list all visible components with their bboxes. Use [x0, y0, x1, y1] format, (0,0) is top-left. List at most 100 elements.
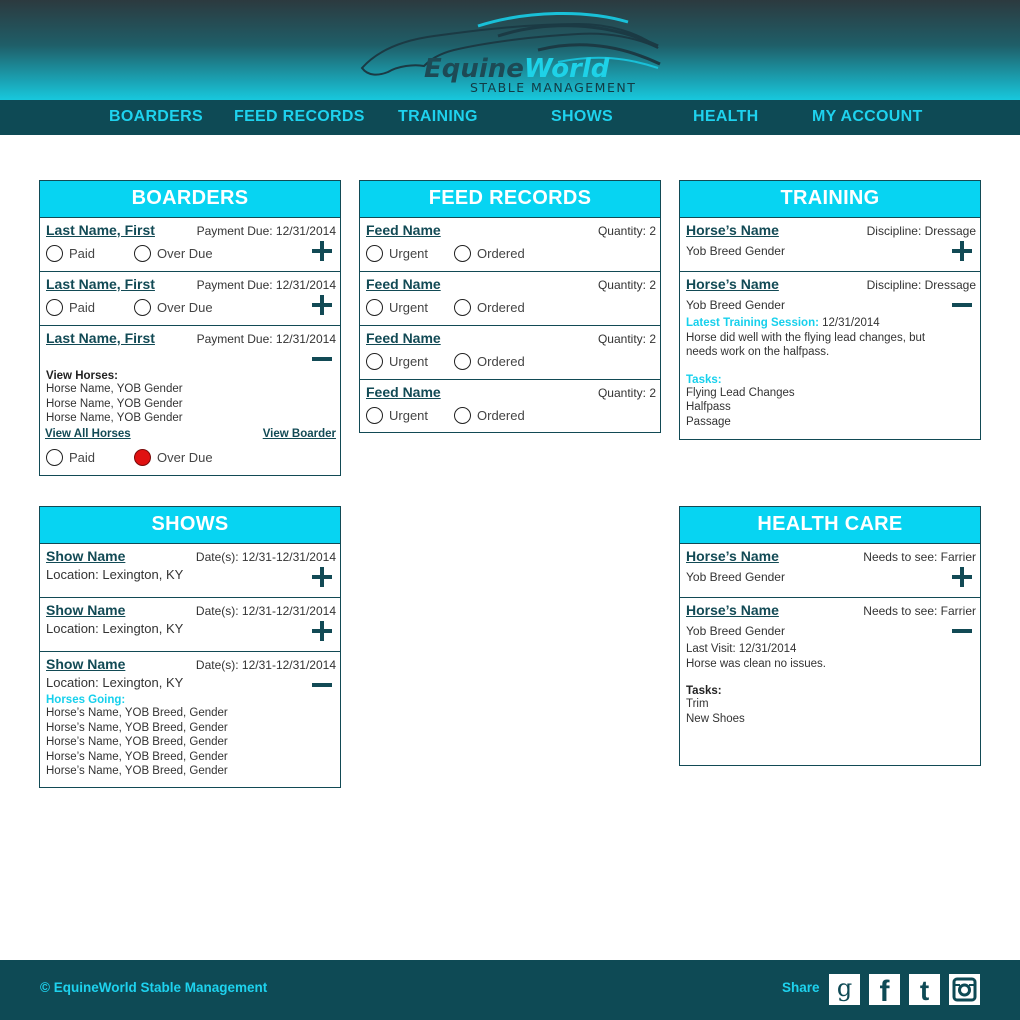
show-location: Location: Lexington, KY: [46, 675, 184, 690]
overdue-radio-selected[interactable]: Over Due: [134, 448, 213, 466]
boarder-item: Last Name, First Payment Due: 12/31/2014…: [40, 271, 340, 325]
ordered-radio[interactable]: Ordered: [454, 245, 525, 262]
horse-details: Yob Breed Gender: [686, 298, 785, 312]
boarder-name-link[interactable]: Last Name, First: [46, 330, 155, 346]
expand-plus-icon[interactable]: [952, 567, 974, 589]
feed-item: Feed Name Quantity: 2 Urgent Ordered: [360, 217, 660, 271]
main-nav: BOARDERS FEED RECORDS TRAINING SHOWS HEA…: [0, 100, 1020, 135]
show-name-link[interactable]: Show Name: [46, 602, 125, 618]
feed-name-link[interactable]: Feed Name: [366, 276, 441, 292]
health-item: Horse’s Name Needs to see: Farrier Yob B…: [680, 543, 980, 597]
nav-boarders[interactable]: BOARDERS: [109, 100, 203, 135]
task-item: Trim: [686, 698, 709, 710]
horse-list-item: Horse Name, YOB Gender: [46, 383, 183, 395]
feed-quantity: Quantity: 2: [597, 278, 656, 292]
nav-training[interactable]: TRAINING: [398, 100, 478, 135]
horse-name-link[interactable]: Horse’s Name: [686, 276, 779, 292]
urgent-radio[interactable]: Urgent: [366, 245, 428, 262]
session-note: needs work on the halfpass.: [686, 346, 830, 358]
horse-going-item: Horse’s Name, YOB Breed, Gender: [46, 721, 228, 734]
feed-records-panel: FEED RECORDS Feed Name Quantity: 2 Urgen…: [359, 180, 661, 433]
feed-name-link[interactable]: Feed Name: [366, 222, 441, 238]
training-panel-title: TRAINING: [680, 181, 980, 217]
horse-going-item: Horse’s Name, YOB Breed, Gender: [46, 765, 228, 777]
instagram-glyph-icon: [952, 977, 977, 1002]
health-item-expanded: Horse’s Name Needs to see: Farrier Yob B…: [680, 597, 980, 765]
boarders-panel-title: BOARDERS: [40, 181, 340, 217]
feed-item: Feed Name Quantity: 2 Urgent Ordered: [360, 325, 660, 379]
view-all-horses-link[interactable]: View All Horses: [45, 428, 131, 440]
boarder-item: Last Name, First Payment Due: 12/31/2014…: [40, 217, 340, 271]
expand-plus-icon[interactable]: [952, 241, 974, 263]
collapse-minus-icon[interactable]: [952, 294, 974, 316]
nav-feed-records[interactable]: FEED RECORDS: [234, 100, 365, 135]
horse-list-item: Horse Name, YOB Gender: [46, 397, 183, 410]
horses-going-label: Horses Going:: [46, 694, 126, 706]
overdue-radio[interactable]: Over Due: [134, 245, 213, 262]
nav-health[interactable]: HEALTH: [693, 100, 759, 135]
paid-radio[interactable]: Paid: [46, 299, 95, 316]
task-item: Flying Lead Changes: [686, 386, 795, 399]
twitter-icon[interactable]: t: [909, 974, 940, 1006]
urgent-radio[interactable]: Urgent: [366, 299, 428, 316]
boarder-name-link[interactable]: Last Name, First: [46, 276, 155, 292]
visit-note: Horse was clean no issues.: [686, 657, 826, 670]
collapse-minus-icon[interactable]: [952, 620, 974, 642]
nav-my-account[interactable]: MY ACCOUNT: [812, 100, 923, 135]
horse-details: Yob Breed Gender: [686, 570, 785, 584]
expand-plus-icon[interactable]: [312, 567, 334, 589]
task-item: Halfpass: [686, 401, 731, 413]
urgent-radio[interactable]: Urgent: [366, 407, 428, 424]
payment-due: Payment Due: 12/31/2014: [196, 224, 336, 238]
expand-plus-icon[interactable]: [312, 621, 334, 643]
tasks-label: Tasks:: [686, 373, 722, 386]
show-name-link[interactable]: Show Name: [46, 548, 125, 564]
feed-quantity: Quantity: 2: [597, 386, 656, 400]
horse-going-item: Horse’s Name, YOB Breed, Gender: [46, 707, 228, 719]
overdue-radio[interactable]: Over Due: [134, 299, 213, 316]
boarder-name-link[interactable]: Last Name, First: [46, 222, 155, 238]
horse-going-item: Horse’s Name, YOB Breed, Gender: [46, 750, 228, 763]
ordered-radio[interactable]: Ordered: [454, 353, 525, 370]
show-name-link[interactable]: Show Name: [46, 656, 125, 672]
site-footer: © EquineWorld Stable Management Share g …: [0, 960, 1020, 1020]
equineworld-logo[interactable]: EquineWorld STABLE MANAGEMENT: [358, 6, 668, 98]
paid-radio[interactable]: Paid: [46, 448, 95, 466]
feed-item: Feed Name Quantity: 2 Urgent Ordered: [360, 379, 660, 433]
facebook-icon[interactable]: f: [869, 974, 900, 1008]
paid-radio[interactable]: Paid: [46, 245, 95, 262]
boarder-item-expanded: Last Name, First Payment Due: 12/31/2014…: [40, 325, 340, 475]
feed-name-link[interactable]: Feed Name: [366, 384, 441, 400]
expand-plus-icon[interactable]: [312, 295, 334, 317]
horse-name-link[interactable]: Horse’s Name: [686, 222, 779, 238]
horse-list-item: Horse Name, YOB Gender: [46, 412, 183, 424]
shows-panel-title: SHOWS: [40, 507, 340, 543]
show-item: Show Name Date(s): 12/31-12/31/2014 Loca…: [40, 543, 340, 597]
feed-name-link[interactable]: Feed Name: [366, 330, 441, 346]
instagram-icon[interactable]: [949, 974, 980, 1005]
expand-plus-icon[interactable]: [312, 241, 334, 263]
tasks-label: Tasks:: [686, 685, 722, 697]
needs-to-see: Needs to see: Farrier: [863, 550, 976, 564]
collapse-minus-icon[interactable]: [312, 348, 334, 370]
view-boarder-link[interactable]: View Boarder: [263, 428, 336, 440]
ordered-radio[interactable]: Ordered: [454, 299, 525, 316]
training-panel: TRAINING Horse’s Name Discipline: Dressa…: [679, 180, 981, 440]
task-item: New Shoes: [686, 712, 745, 725]
horse-name-link[interactable]: Horse’s Name: [686, 548, 779, 564]
feed-item: Feed Name Quantity: 2 Urgent Ordered: [360, 271, 660, 325]
training-item: Horse’s Name Discipline: Dressage Yob Br…: [680, 217, 980, 271]
nav-shows[interactable]: SHOWS: [551, 100, 613, 135]
task-item: Passage: [686, 415, 731, 428]
show-dates: Date(s): 12/31-12/31/2014: [195, 658, 336, 672]
payment-due: Payment Due: 12/31/2014: [196, 278, 336, 292]
training-item-expanded: Horse’s Name Discipline: Dressage Yob Br…: [680, 271, 980, 439]
horse-going-item: Horse’s Name, YOB Breed, Gender: [46, 736, 228, 748]
ordered-radio[interactable]: Ordered: [454, 407, 525, 424]
google-icon[interactable]: g: [829, 974, 860, 1005]
collapse-minus-icon[interactable]: [312, 674, 334, 696]
needs-to-see: Needs to see: Farrier: [863, 604, 976, 618]
urgent-radio[interactable]: Urgent: [366, 353, 428, 370]
site-header: EquineWorld STABLE MANAGEMENT: [0, 0, 1020, 100]
horse-name-link[interactable]: Horse’s Name: [686, 602, 779, 618]
